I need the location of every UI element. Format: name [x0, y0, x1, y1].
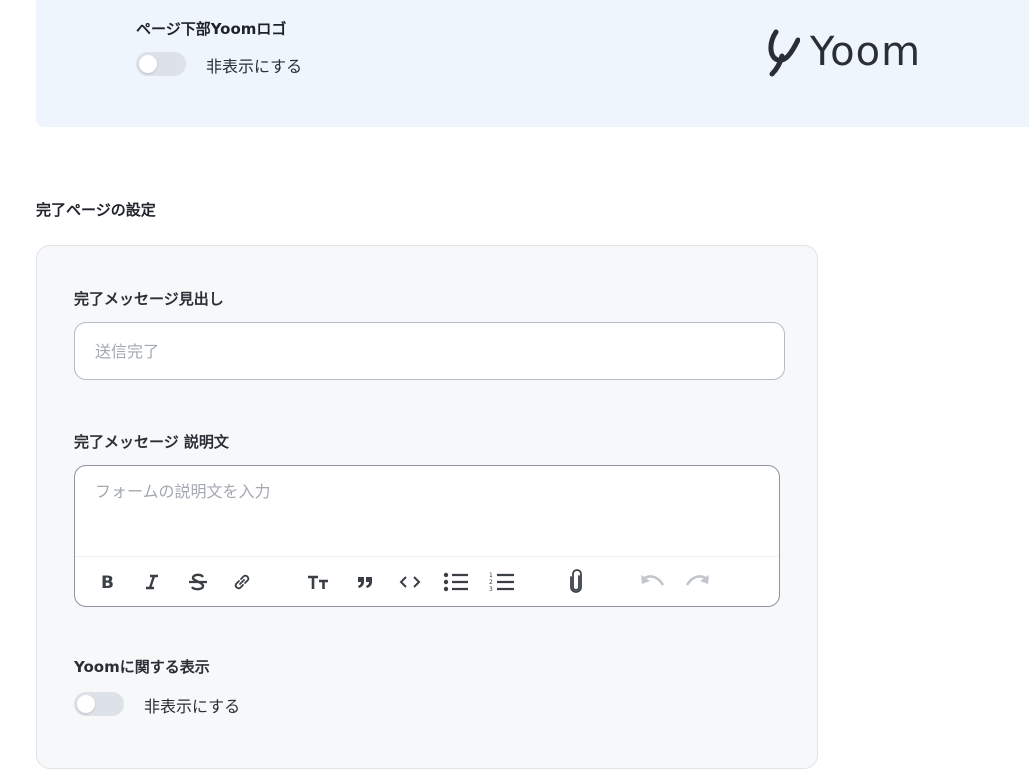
bullet-list-icon[interactable]	[441, 567, 471, 597]
completion-settings-card: 完了メッセージ見出し 完了メッセージ 説明文 フォームの説明文を入力 B	[36, 245, 818, 769]
completion-heading-label: 完了メッセージ見出し	[74, 290, 224, 308]
hide-logo-toggle-label: 非表示にする	[206, 57, 303, 76]
svg-text:2: 2	[489, 579, 493, 586]
hide-logo-toggle[interactable]	[136, 52, 186, 76]
undo-icon[interactable]	[637, 567, 667, 597]
numbered-list-icon[interactable]: 123	[487, 567, 517, 597]
logo-settings-panel: ページ下部Yoomロゴ 非表示にする Yoom	[36, 0, 1029, 127]
yoom-logo: Yoom	[764, 22, 921, 82]
code-icon[interactable]	[395, 567, 425, 597]
page-bottom-logo-label: ページ下部Yoomロゴ	[136, 20, 287, 38]
strikethrough-icon[interactable]	[183, 567, 213, 597]
yoom-logo-mark-icon	[768, 29, 800, 77]
completion-description-editor[interactable]: フォームの説明文を入力 B 1 2 3	[74, 465, 780, 607]
yoom-display-label: Yoomに関する表示	[74, 658, 210, 676]
completion-heading-input[interactable]	[74, 322, 785, 380]
editor-toolbar: B 123	[75, 556, 779, 606]
quote-icon[interactable]	[350, 567, 380, 597]
yoom-logo-text: Yoom	[810, 29, 922, 75]
svg-text:1: 1	[489, 572, 493, 579]
hide-yoom-display-toggle[interactable]	[74, 692, 124, 716]
svg-text:B: B	[101, 573, 114, 591]
italic-icon[interactable]	[137, 567, 167, 597]
bold-icon[interactable]: B	[93, 567, 123, 597]
completion-page-settings-title: 完了ページの設定	[36, 201, 156, 219]
hide-yoom-display-toggle-label: 非表示にする	[144, 697, 241, 716]
link-icon[interactable]	[227, 567, 257, 597]
toggle-knob	[77, 695, 95, 713]
text-size-icon[interactable]	[303, 567, 333, 597]
redo-icon[interactable]	[683, 567, 713, 597]
toggle-knob	[139, 55, 157, 73]
description-text-area[interactable]: フォームの説明文を入力	[75, 466, 779, 556]
attachment-icon[interactable]	[561, 567, 591, 597]
completion-description-label: 完了メッセージ 説明文	[74, 433, 229, 451]
svg-text:3: 3	[489, 586, 493, 593]
